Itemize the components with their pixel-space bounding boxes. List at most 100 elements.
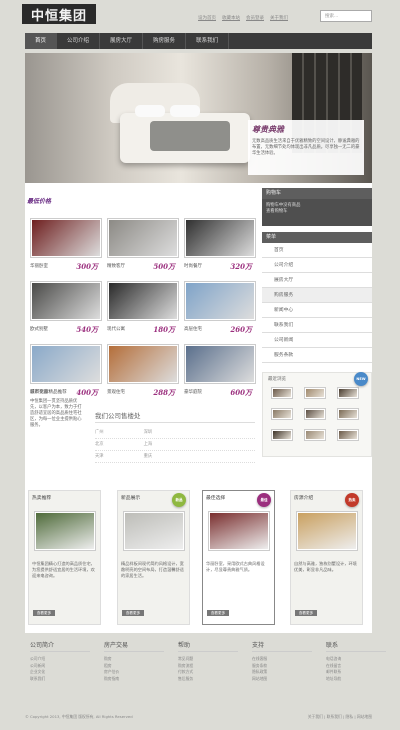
company-logo[interactable]: 中恒集团 [22, 4, 96, 24]
feature-card[interactable]: 新品展示 精品样板间现代简约风格设计，宽敞明亮的空间布局，打造温馨舒适的家居生活。… [117, 490, 190, 625]
product-name[interactable]: 现代公寓 [107, 326, 125, 332]
recent-thumb[interactable] [304, 408, 326, 420]
feature-card[interactable]: 房源介绍 自然与高雅，独栋别墅设计，环境优美，彰显非凡品味。 查看更多 [290, 490, 363, 625]
recent-thumb[interactable] [304, 429, 326, 441]
more-button[interactable]: 查看更多 [33, 610, 55, 616]
product-item[interactable]: 精致客厅 500万 [107, 218, 179, 276]
recent-thumb[interactable] [304, 387, 326, 399]
product-name[interactable]: 欧式别墅 [30, 326, 48, 332]
product-item[interactable]: 时尚餐厅 320万 [184, 218, 256, 276]
top-link-home[interactable]: 设为首页 [198, 15, 216, 21]
sidebar-item[interactable]: 展房大厅 [262, 273, 372, 288]
sales-city[interactable]: 天津 [95, 451, 104, 462]
card-image[interactable] [207, 511, 270, 551]
product-price: 260万 [230, 325, 252, 334]
product-name[interactable]: 时尚餐厅 [184, 263, 202, 269]
product-price: 320万 [230, 262, 252, 271]
card-badge-icon: 热卖 [345, 493, 359, 507]
sidebar-item[interactable]: 联系我们 [262, 318, 372, 333]
top-link-favorite[interactable]: 收藏本站 [222, 15, 240, 21]
footer: 公司简介 公司介绍 公司新闻 企业文化 联系我们 房产交易 购房 租房 房产估价 购房指南 帮助 常见… [25, 640, 386, 710]
product-name[interactable]: 高层住宅 [184, 326, 202, 332]
product-name[interactable]: 华丽卧室 [30, 263, 48, 269]
sidebar-item[interactable]: 首页 [262, 243, 372, 258]
product-item[interactable]: 现代公寓 180万 [107, 281, 179, 339]
sales-city[interactable]: 北京 [95, 439, 104, 450]
product-image[interactable] [184, 344, 256, 384]
product-item[interactable]: 景观住宅 288万 [107, 344, 179, 402]
product-image[interactable] [107, 344, 179, 384]
nav-contact[interactable]: 联系我们 [186, 33, 230, 49]
product-item[interactable]: 高层住宅 260万 [184, 281, 256, 339]
feature-card[interactable]: 最佳选择 华丽卧室，采用欧式古典风格设计，尽显尊贵典雅气质。 查看更多 [202, 490, 275, 625]
recent-thumb[interactable] [337, 408, 359, 420]
main-nav: 首页 公司介绍 展房大厅 购房服务 联系我们 [25, 33, 372, 49]
product-image[interactable] [30, 281, 102, 321]
card-badge-icon: 最佳 [257, 493, 271, 507]
feature-card[interactable]: 热卖推荐 中恒集团精心打造的高品质住宅，为您提供舒适宜居的生活环境，欢迎来电咨询。… [28, 490, 101, 625]
footer-link[interactable]: 网站地图 [252, 676, 312, 683]
product-name[interactable]: 豪华庭院 [184, 389, 202, 395]
top-link-login[interactable]: 会员登录 [246, 15, 264, 21]
nav-home[interactable]: 首页 [25, 33, 58, 49]
sales-city[interactable]: 重庆 [144, 451, 153, 462]
nav-service[interactable]: 购房服务 [143, 33, 187, 49]
product-image[interactable] [107, 281, 179, 321]
sidebar-item[interactable]: 新闻中心 [262, 303, 372, 318]
sidebar-item[interactable]: 公司介绍 [262, 258, 372, 273]
menu-heading: 菜单 [262, 232, 372, 243]
footer-link[interactable]: 售后服务 [178, 676, 238, 683]
product-item[interactable]: 豪华庭院 600万 [184, 344, 256, 402]
product-name[interactable]: 景观住宅 [107, 389, 125, 395]
product-image[interactable] [107, 218, 179, 258]
sales-city[interactable]: 上海 [144, 439, 153, 450]
hero-caption: 尊贵典雅 无数高品质生活来自于优雅精致的空间设计，静谧典雅的布置，无数细节处均体… [248, 120, 364, 175]
nav-showroom[interactable]: 展房大厅 [100, 33, 144, 49]
recent-thumb[interactable] [271, 387, 293, 399]
product-item[interactable]: 欧式别墅 540万 [30, 281, 102, 339]
top-link-about[interactable]: 关于我们 [270, 15, 288, 21]
recent-thumb[interactable] [271, 408, 293, 420]
bottom-link[interactable]: 联系我们 [327, 714, 342, 719]
nav-about[interactable]: 公司介绍 [57, 33, 101, 49]
product-price: 500万 [153, 262, 175, 271]
product-item[interactable]: 华丽卧室 300万 [30, 218, 102, 276]
product-price: 600万 [230, 388, 252, 397]
product-image[interactable] [184, 218, 256, 258]
product-image[interactable] [30, 218, 102, 258]
bottom-link[interactable]: 隐私 [346, 714, 354, 719]
sidebar-item[interactable]: 服务条款 [262, 348, 372, 363]
product-price: 180万 [153, 325, 175, 334]
product-image[interactable] [184, 281, 256, 321]
footer-heading: 公司简介 [30, 640, 90, 652]
sidebar-item[interactable]: 公司新闻 [262, 333, 372, 348]
recent-thumb[interactable] [337, 429, 359, 441]
bottom-links: 关于我们 | 联系我们 | 隐私 | 网站地图 [307, 714, 372, 719]
sidebar-item[interactable]: 购房服务 [262, 288, 372, 303]
card-image[interactable] [122, 511, 185, 551]
cart-box[interactable]: 购物车中没有商品 查看购物车 [262, 199, 372, 226]
sales-title: 我们公司售楼处 [95, 410, 255, 423]
footer-link[interactable]: 地址导航 [326, 676, 386, 683]
copyright-bar: © Copyright 2013, 中恒集团 版权所有, All Rights … [25, 714, 372, 720]
product-image[interactable] [30, 344, 102, 384]
footer-link[interactable]: 联系我们 [30, 676, 90, 683]
card-image[interactable] [295, 511, 358, 551]
sales-city[interactable]: 深圳 [144, 427, 153, 438]
more-button[interactable]: 查看更多 [122, 610, 144, 616]
recent-thumb[interactable] [337, 387, 359, 399]
bottom-link[interactable]: 网站地图 [357, 714, 372, 719]
search-input[interactable]: 搜索... [320, 10, 372, 22]
bed-blanket [150, 121, 230, 151]
more-button[interactable]: 查看更多 [295, 610, 317, 616]
footer-column: 联系 电话咨询 在线留言 邮件联系 地址导航 [326, 640, 386, 682]
more-button[interactable]: 查看更多 [207, 610, 229, 616]
card-image[interactable] [33, 511, 96, 551]
sales-city[interactable]: 广州 [95, 427, 104, 438]
cart-heading: 购物车 [262, 188, 372, 199]
product-name[interactable]: 精致客厅 [107, 263, 125, 269]
footer-link[interactable]: 购房指南 [104, 676, 164, 683]
footer-column: 帮助 常见问题 购房流程 付款方式 售后服务 [178, 640, 238, 682]
recent-thumb[interactable] [271, 429, 293, 441]
bottom-link[interactable]: 关于我们 [308, 714, 323, 719]
